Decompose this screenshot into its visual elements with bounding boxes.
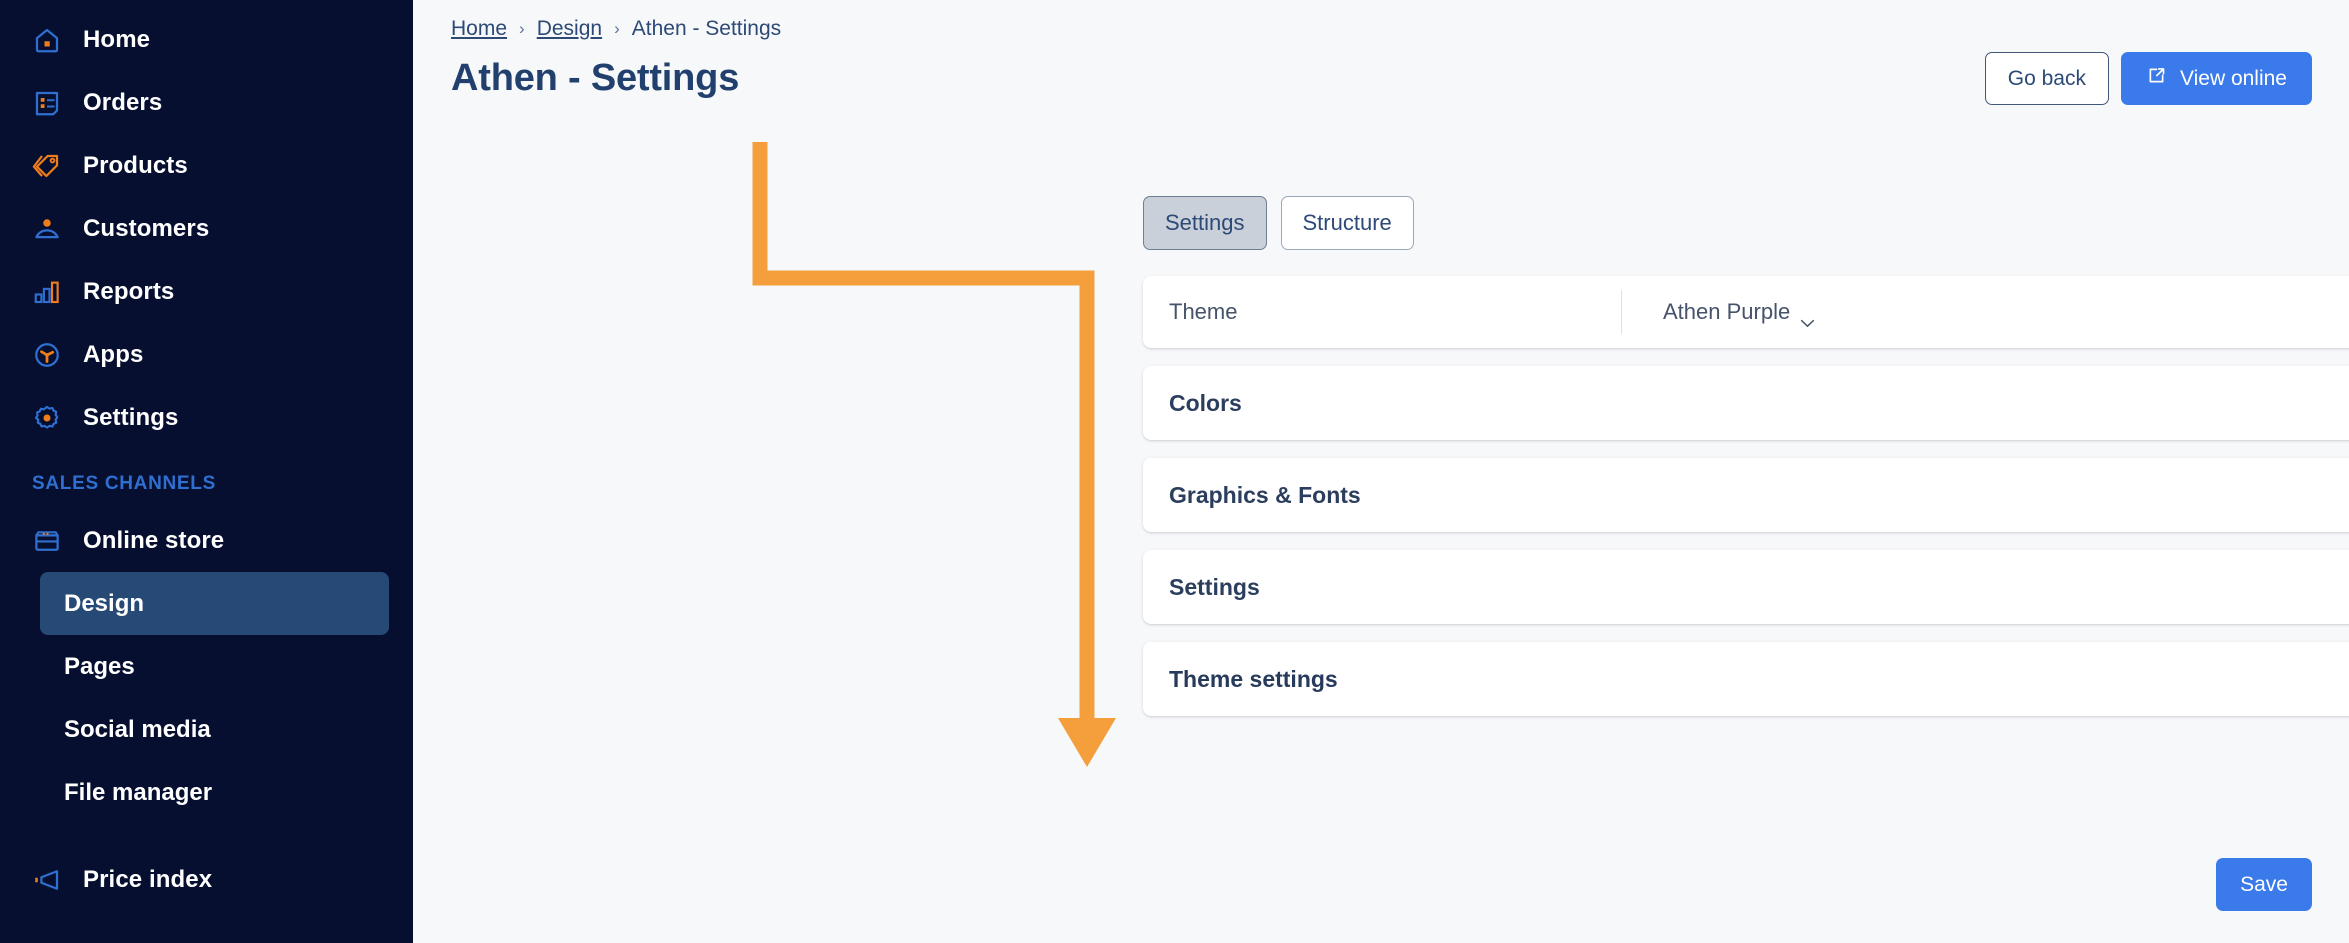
sidebar-item-label: Price index bbox=[83, 865, 213, 893]
apps-icon bbox=[32, 340, 62, 370]
tab-bar: Settings Structure bbox=[1143, 196, 1414, 250]
main-content: Home › Design › Athen - Settings Athen -… bbox=[413, 0, 2349, 943]
sidebar-item-label: Home bbox=[83, 25, 151, 53]
sidebar-item-price-index[interactable]: Price index bbox=[0, 848, 413, 911]
sidebar-item-products[interactable]: Products bbox=[0, 134, 413, 197]
sidebar-item-file-manager[interactable]: File manager bbox=[40, 761, 389, 824]
sidebar-item-label: Reports bbox=[83, 277, 175, 305]
settings-card-list: Theme Athen Purple Colors Graphics & Fon… bbox=[1143, 276, 2349, 734]
sidebar-item-label: Settings bbox=[83, 403, 179, 431]
theme-select[interactable]: Athen Purple bbox=[1663, 299, 1815, 327]
sidebar-subitem-label: Pages bbox=[64, 652, 135, 680]
home-icon bbox=[32, 25, 62, 55]
accordion-label: Graphics & Fonts bbox=[1169, 481, 1361, 508]
go-back-label: Go back bbox=[2007, 66, 2086, 90]
accordion-label: Settings bbox=[1169, 573, 1260, 600]
page-title: Athen - Settings bbox=[451, 57, 740, 99]
accordion-settings[interactable]: Settings bbox=[1143, 550, 2349, 624]
breadcrumb-design[interactable]: Design bbox=[537, 17, 602, 41]
tab-structure[interactable]: Structure bbox=[1280, 196, 1414, 250]
breadcrumb-home[interactable]: Home bbox=[451, 17, 507, 41]
sidebar-item-design[interactable]: Design bbox=[40, 572, 389, 635]
sidebar-item-label: Orders bbox=[83, 88, 163, 116]
sidebar-item-label: Products bbox=[83, 151, 188, 179]
app-root: Home Orders Products Customers Reports A… bbox=[0, 0, 2349, 943]
breadcrumb: Home › Design › Athen - Settings bbox=[451, 17, 781, 41]
breadcrumb-current: Athen - Settings bbox=[631, 17, 782, 40]
sidebar-item-label: Customers bbox=[83, 214, 210, 242]
accordion-label: Theme settings bbox=[1169, 665, 1338, 692]
view-online-button[interactable]: View online bbox=[2120, 52, 2312, 105]
sidebar-item-label: Online store bbox=[83, 526, 225, 554]
breadcrumb-separator: › bbox=[519, 19, 525, 38]
accordion-graphics-fonts[interactable]: Graphics & Fonts bbox=[1143, 458, 2349, 532]
sidebar-item-settings[interactable]: Settings bbox=[0, 386, 413, 449]
sidebar-item-label: Apps bbox=[83, 340, 144, 368]
sidebar-section-label: SALES CHANNELS bbox=[32, 473, 216, 494]
save-button-wrap: Save bbox=[2216, 858, 2312, 911]
chevron-down-icon bbox=[1800, 308, 1815, 327]
store-icon bbox=[32, 526, 62, 556]
accordion-label: Colors bbox=[1169, 389, 1242, 416]
breadcrumb-separator: › bbox=[614, 19, 620, 38]
orders-icon bbox=[32, 88, 62, 118]
sidebar-item-pages[interactable]: Pages bbox=[40, 635, 389, 698]
theme-select-value: Athen Purple bbox=[1663, 299, 1791, 324]
theme-row[interactable]: Theme Athen Purple bbox=[1143, 276, 2349, 348]
accordion-theme-settings[interactable]: Theme settings bbox=[1143, 642, 2349, 716]
sidebar-item-social-media[interactable]: Social media bbox=[40, 698, 389, 761]
tab-settings[interactable]: Settings bbox=[1143, 196, 1267, 250]
bar-chart-icon bbox=[32, 277, 62, 307]
sidebar-item-apps[interactable]: Apps bbox=[0, 323, 413, 386]
sidebar-item-online-store[interactable]: Online store bbox=[0, 509, 413, 572]
tab-label: Structure bbox=[1302, 210, 1392, 235]
divider bbox=[1621, 290, 1622, 334]
sidebar-subitem-label: Design bbox=[64, 589, 145, 617]
sidebar-subitem-label: File manager bbox=[64, 778, 213, 806]
theme-label: Theme bbox=[1169, 299, 1238, 324]
user-icon bbox=[32, 214, 62, 244]
external-link-icon bbox=[2146, 65, 2167, 92]
view-online-label: View online bbox=[2179, 66, 2287, 90]
go-back-button[interactable]: Go back bbox=[1984, 52, 2109, 105]
gear-icon bbox=[32, 403, 62, 433]
tab-label: Settings bbox=[1165, 210, 1245, 235]
sidebar-item-orders[interactable]: Orders bbox=[0, 71, 413, 134]
sidebar-item-customers[interactable]: Customers bbox=[0, 197, 413, 260]
sidebar-item-home[interactable]: Home bbox=[0, 8, 413, 71]
tag-icon bbox=[32, 151, 62, 181]
header-actions: Go back View online bbox=[1984, 52, 2312, 105]
sidebar-subitem-label: Social media bbox=[64, 715, 211, 743]
sidebar-item-reports[interactable]: Reports bbox=[0, 260, 413, 323]
save-button[interactable]: Save bbox=[2216, 858, 2312, 911]
sidebar: Home Orders Products Customers Reports A… bbox=[0, 0, 413, 943]
accordion-colors[interactable]: Colors bbox=[1143, 366, 2349, 440]
megaphone-icon bbox=[32, 865, 62, 895]
